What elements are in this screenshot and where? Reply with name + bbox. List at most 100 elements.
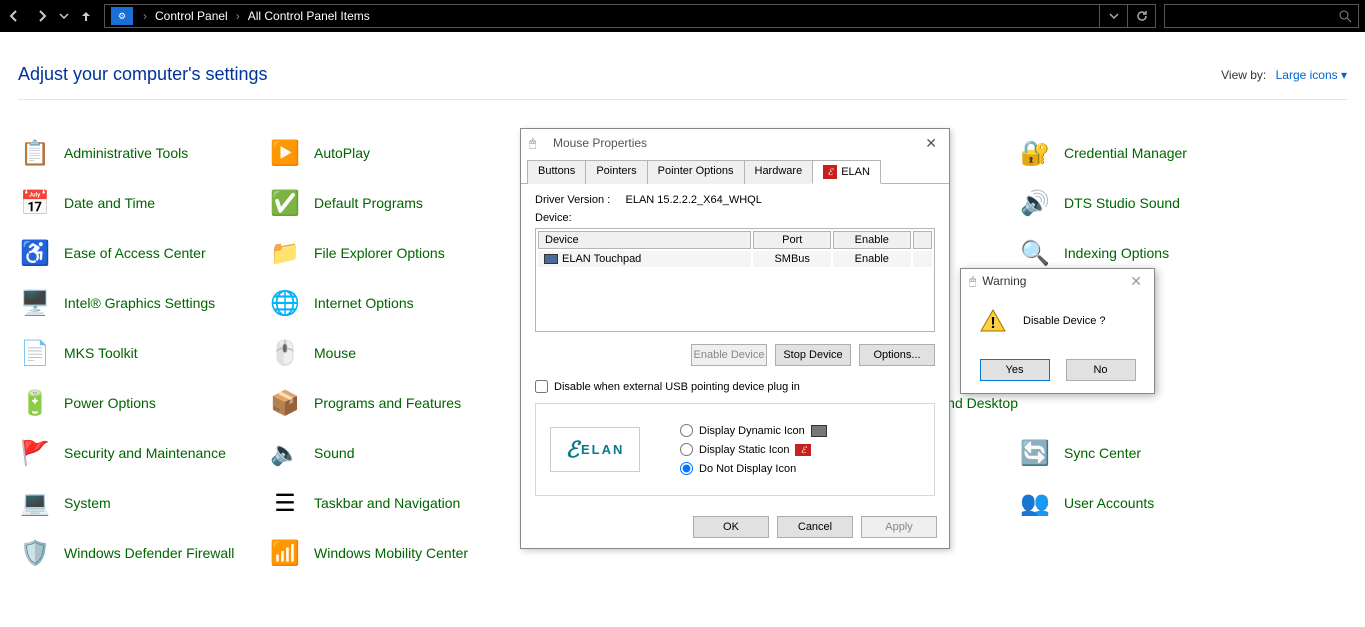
warning-icon: ! <box>979 307 1007 335</box>
cp-item-icon: 🌐 <box>268 286 302 320</box>
cp-item[interactable]: 💻System <box>18 478 268 528</box>
driver-version-value: ELAN 15.2.2.2_X64_WHQL <box>625 194 761 206</box>
cp-item-label: Sound <box>314 445 354 462</box>
tab-hardware[interactable]: Hardware <box>744 160 814 184</box>
cp-item-icon: 🔐 <box>1018 136 1052 170</box>
cp-item[interactable]: 🔄Sync Center <box>1018 428 1268 478</box>
disable-usb-checkbox[interactable] <box>535 380 548 393</box>
breadcrumb-1[interactable]: All Control Panel Items <box>244 9 374 23</box>
cp-item-icon: 🔊 <box>1018 186 1052 220</box>
mouse-icon: 🖱 <box>529 136 547 151</box>
svg-text:!: ! <box>990 315 995 332</box>
cp-item[interactable]: 🛡️Windows Defender Firewall <box>18 528 268 578</box>
cp-item-label: DTS Studio Sound <box>1064 195 1180 212</box>
cp-item-label: Security and Maintenance <box>64 445 226 462</box>
cp-item-label: MKS Toolkit <box>64 345 138 362</box>
address-path[interactable]: ⚙ › Control Panel › All Control Panel It… <box>104 4 1156 28</box>
cp-item-icon: 🔈 <box>268 436 302 470</box>
cp-item[interactable]: 🖥️ Intel® Graphics Settings <box>18 278 268 328</box>
cp-item-icon: 📁 <box>268 236 302 270</box>
cp-item[interactable]: 🔊 DTS Studio Sound <box>1018 178 1268 228</box>
ok-button[interactable]: OK <box>693 516 769 538</box>
cp-item-icon: 🖱️ <box>268 336 302 370</box>
cp-item[interactable]: 🚩 Security and Maintenance <box>18 428 268 478</box>
warning-titlebar[interactable]: 🖱 Warning ✕ <box>961 269 1154 293</box>
cp-item[interactable]: 👥User Accounts <box>1018 478 1268 528</box>
cp-item-icon: 🚩 <box>18 436 52 470</box>
warning-message: Disable Device ? <box>1023 315 1106 327</box>
cp-item[interactable]: 🖱️ Mouse <box>268 328 518 378</box>
cp-item-icon: ♿ <box>18 236 52 270</box>
radio-none[interactable]: Do Not Display Icon <box>680 462 827 475</box>
tabs: ButtonsPointersPointer OptionsHardwareℰE… <box>521 159 949 184</box>
breadcrumb-0[interactable]: Control Panel <box>151 9 232 23</box>
cp-item-label: Default Programs <box>314 195 423 212</box>
close-button[interactable]: ✕ <box>1126 273 1146 290</box>
cp-item[interactable]: ☰Taskbar and Navigation <box>268 478 518 528</box>
cp-item[interactable]: 📶Windows Mobility Center <box>268 528 518 578</box>
control-panel-icon: ⚙ <box>111 7 133 25</box>
device-label: Device: <box>535 212 935 224</box>
th-enable[interactable]: Enable <box>833 231 911 249</box>
cp-item-icon: ▶️ <box>268 136 302 170</box>
no-button[interactable]: No <box>1066 359 1136 381</box>
stop-device-button[interactable]: Stop Device <box>775 344 851 366</box>
tab-pointer-options[interactable]: Pointer Options <box>647 160 745 184</box>
search-input[interactable] <box>1164 4 1359 28</box>
tab-buttons[interactable]: Buttons <box>527 160 586 184</box>
cp-item-label: Date and Time <box>64 195 155 212</box>
cp-item-icon: 👥 <box>1018 486 1052 520</box>
crumb-separator: › <box>232 9 244 23</box>
cp-item-icon: ✅ <box>268 186 302 220</box>
options-button[interactable]: Options... <box>859 344 935 366</box>
view-by-value[interactable]: Large icons ▾ <box>1276 68 1347 82</box>
elan-tab-icon: ℰ <box>823 165 837 179</box>
path-dropdown[interactable] <box>1099 4 1127 28</box>
cp-item-icon: ☰ <box>268 486 302 520</box>
nav-forward-button[interactable] <box>28 0 56 32</box>
enable-device-button: Enable Device <box>691 344 767 366</box>
cp-item-label: Credential Manager <box>1064 145 1187 162</box>
cp-item-label: Mouse <box>314 345 356 362</box>
nav-recent-dropdown[interactable] <box>56 0 72 32</box>
cp-item-label: Programs and Features <box>314 395 461 412</box>
cp-item-label: Windows Mobility Center <box>314 545 468 562</box>
cp-item-icon: 🔄 <box>1018 436 1052 470</box>
th-port[interactable]: Port <box>753 231 831 249</box>
cp-item[interactable]: 🌐Internet Options <box>268 278 518 328</box>
radio-dynamic[interactable]: Display Dynamic Icon <box>680 424 827 437</box>
cp-item[interactable]: 📋Administrative Tools <box>18 128 268 178</box>
table-row[interactable]: ELAN Touchpad SMBus Enable <box>538 251 932 267</box>
cp-item-icon: 🖥️ <box>18 286 52 320</box>
th-device[interactable]: Device <box>538 231 751 249</box>
search-icon <box>1339 10 1352 23</box>
cp-item-label: Indexing Options <box>1064 245 1169 262</box>
cp-item[interactable]: 📄 MKS Toolkit <box>18 328 268 378</box>
cp-item[interactable]: 🔋Power Options <box>18 378 268 428</box>
nav-back-button[interactable] <box>0 0 28 32</box>
cp-item-label: Intel® Graphics Settings <box>64 295 215 312</box>
cp-item[interactable]: ▶️AutoPlay <box>268 128 518 178</box>
radio-static[interactable]: Display Static Icon ℰ <box>680 443 827 456</box>
elan-logo: ℰELAN <box>550 427 640 472</box>
address-bar: ⚙ › Control Panel › All Control Panel It… <box>0 0 1365 32</box>
tab-elan[interactable]: ℰELAN <box>812 160 881 184</box>
tab-pointers[interactable]: Pointers <box>585 160 647 184</box>
close-button[interactable]: ✕ <box>921 135 941 152</box>
dialog-titlebar[interactable]: 🖱 Mouse Properties ✕ <box>521 129 949 157</box>
static-icon: ℰ <box>795 444 811 456</box>
cp-item[interactable]: ♿Ease of Access Center <box>18 228 268 278</box>
refresh-button[interactable] <box>1127 4 1155 28</box>
cp-item[interactable]: ✅ Default Programs <box>268 178 518 228</box>
nav-up-button[interactable] <box>72 0 100 32</box>
cancel-button[interactable]: Cancel <box>777 516 853 538</box>
view-by: View by: Large icons ▾ <box>1221 68 1347 82</box>
cp-item[interactable]: 📁File Explorer Options <box>268 228 518 278</box>
cp-item-icon: 📄 <box>18 336 52 370</box>
cp-item-label: nd Desktop <box>947 395 1018 412</box>
cp-item[interactable]: 📦Programs and Features <box>268 378 518 428</box>
cp-item[interactable]: 📅Date and Time <box>18 178 268 228</box>
yes-button[interactable]: Yes <box>980 359 1050 381</box>
cp-item[interactable]: 🔈 Sound <box>268 428 518 478</box>
cp-item[interactable]: 🔐 Credential Manager <box>1018 128 1268 178</box>
